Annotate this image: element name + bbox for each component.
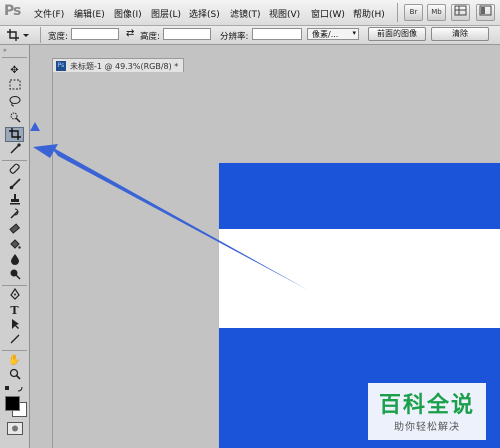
menu-image[interactable]: 图像(I) (114, 7, 142, 20)
hand-tool-icon[interactable]: ✋ (5, 353, 24, 368)
tools-panel: » ✥ T ✋ (0, 45, 30, 448)
eyedropper-tool-icon[interactable] (5, 143, 24, 158)
zoom-tool-icon[interactable] (5, 368, 24, 383)
blur-tool-icon[interactable] (5, 253, 24, 268)
eraser-tool-icon[interactable] (5, 223, 24, 238)
lasso-tool-icon[interactable] (5, 95, 24, 110)
options-separator (40, 27, 41, 43)
document-title: 未标题-1 @ 49.3%(RGB/8) * (70, 62, 179, 71)
swap-colors-icon[interactable] (4, 385, 26, 393)
resolution-unit-select[interactable]: 像素/... ▾ (307, 28, 359, 40)
grid-icon (454, 5, 467, 16)
crop-tool-icon[interactable] (5, 127, 24, 142)
front-image-button[interactable]: 前面的图像 (368, 27, 426, 41)
menu-filter[interactable]: 滤镜(T) (230, 7, 261, 20)
menu-select[interactable]: 选择(S) (189, 7, 220, 20)
history-brush-tool-icon[interactable] (5, 208, 24, 223)
swap-dimensions-button[interactable]: ⇄ (126, 28, 134, 39)
menu-edit[interactable]: 编辑(E) (74, 7, 105, 20)
menu-layer[interactable]: 图层(L) (151, 7, 181, 20)
dodge-tool-icon[interactable] (5, 268, 24, 283)
view-extras-button[interactable] (451, 4, 470, 21)
crop-tool-preset[interactable] (6, 28, 30, 42)
menu-window[interactable]: 窗口(W) (311, 7, 345, 20)
panel-divider (2, 160, 27, 161)
small-up-arrow (30, 122, 40, 131)
foreground-color-swatch[interactable] (5, 396, 20, 411)
ps-document-icon: Ps (56, 61, 66, 71)
menu-bar: Ps 文件(F) 编辑(E) 图像(I) 图层(L) 选择(S) 滤镜(T) 视… (0, 0, 500, 26)
arrange-icon (479, 5, 492, 16)
pen-tool-icon[interactable] (5, 287, 24, 303)
menu-separator (397, 3, 398, 22)
height-field[interactable] (163, 28, 211, 40)
width-label: 宽度: (48, 32, 68, 42)
panel-collapse-icon[interactable]: » (3, 47, 7, 54)
move-tool-icon[interactable]: ✥ (5, 63, 24, 78)
line-tool-icon[interactable] (5, 333, 24, 348)
arrange-documents-button[interactable] (476, 4, 495, 21)
resolution-field[interactable] (252, 28, 302, 40)
chevron-down-icon: ▾ (352, 29, 356, 37)
watermark-subtitle: 助你轻松解决 (394, 422, 460, 433)
resolution-label: 分辨率: (220, 32, 249, 42)
photoshop-logo: Ps (4, 3, 21, 19)
paint-bucket-tool-icon[interactable] (5, 238, 24, 253)
clear-button[interactable]: 清除 (431, 27, 489, 41)
resolution-unit-value: 像素/... (312, 30, 339, 39)
mini-bridge-button[interactable]: Mb (427, 4, 446, 21)
height-label: 高度: (140, 32, 160, 42)
crop-icon (7, 29, 29, 41)
brush-tool-icon[interactable] (5, 178, 24, 193)
panel-divider (2, 285, 27, 286)
path-selection-tool-icon[interactable] (5, 318, 24, 333)
clone-stamp-tool-icon[interactable] (5, 193, 24, 208)
healing-brush-tool-icon[interactable] (5, 163, 24, 178)
width-field[interactable] (71, 28, 119, 40)
bridge-button[interactable]: Br (404, 4, 423, 21)
blue-band-top (219, 163, 500, 229)
panel-divider (2, 57, 27, 58)
watermark-title: 百科全说 (378, 393, 475, 418)
menu-view[interactable]: 视图(V) (269, 7, 300, 20)
quick-mask-button[interactable] (7, 422, 23, 435)
menu-help[interactable]: 帮助(H) (353, 7, 385, 20)
white-band-middle (219, 228, 500, 329)
type-tool-icon[interactable]: T (5, 303, 24, 318)
menu-file[interactable]: 文件(F) (34, 7, 64, 20)
watermark: 百科全说 助你轻松解决 (368, 383, 486, 440)
document-tab[interactable]: Ps 未标题-1 @ 49.3%(RGB/8) * (52, 58, 184, 73)
marquee-tool-icon[interactable] (5, 79, 24, 94)
options-bar: 宽度: ⇄ 高度: 分辨率: 像素/... ▾ 前面的图像 清除 (0, 26, 500, 45)
quick-selection-tool-icon[interactable] (5, 111, 24, 126)
panel-divider (2, 350, 27, 351)
